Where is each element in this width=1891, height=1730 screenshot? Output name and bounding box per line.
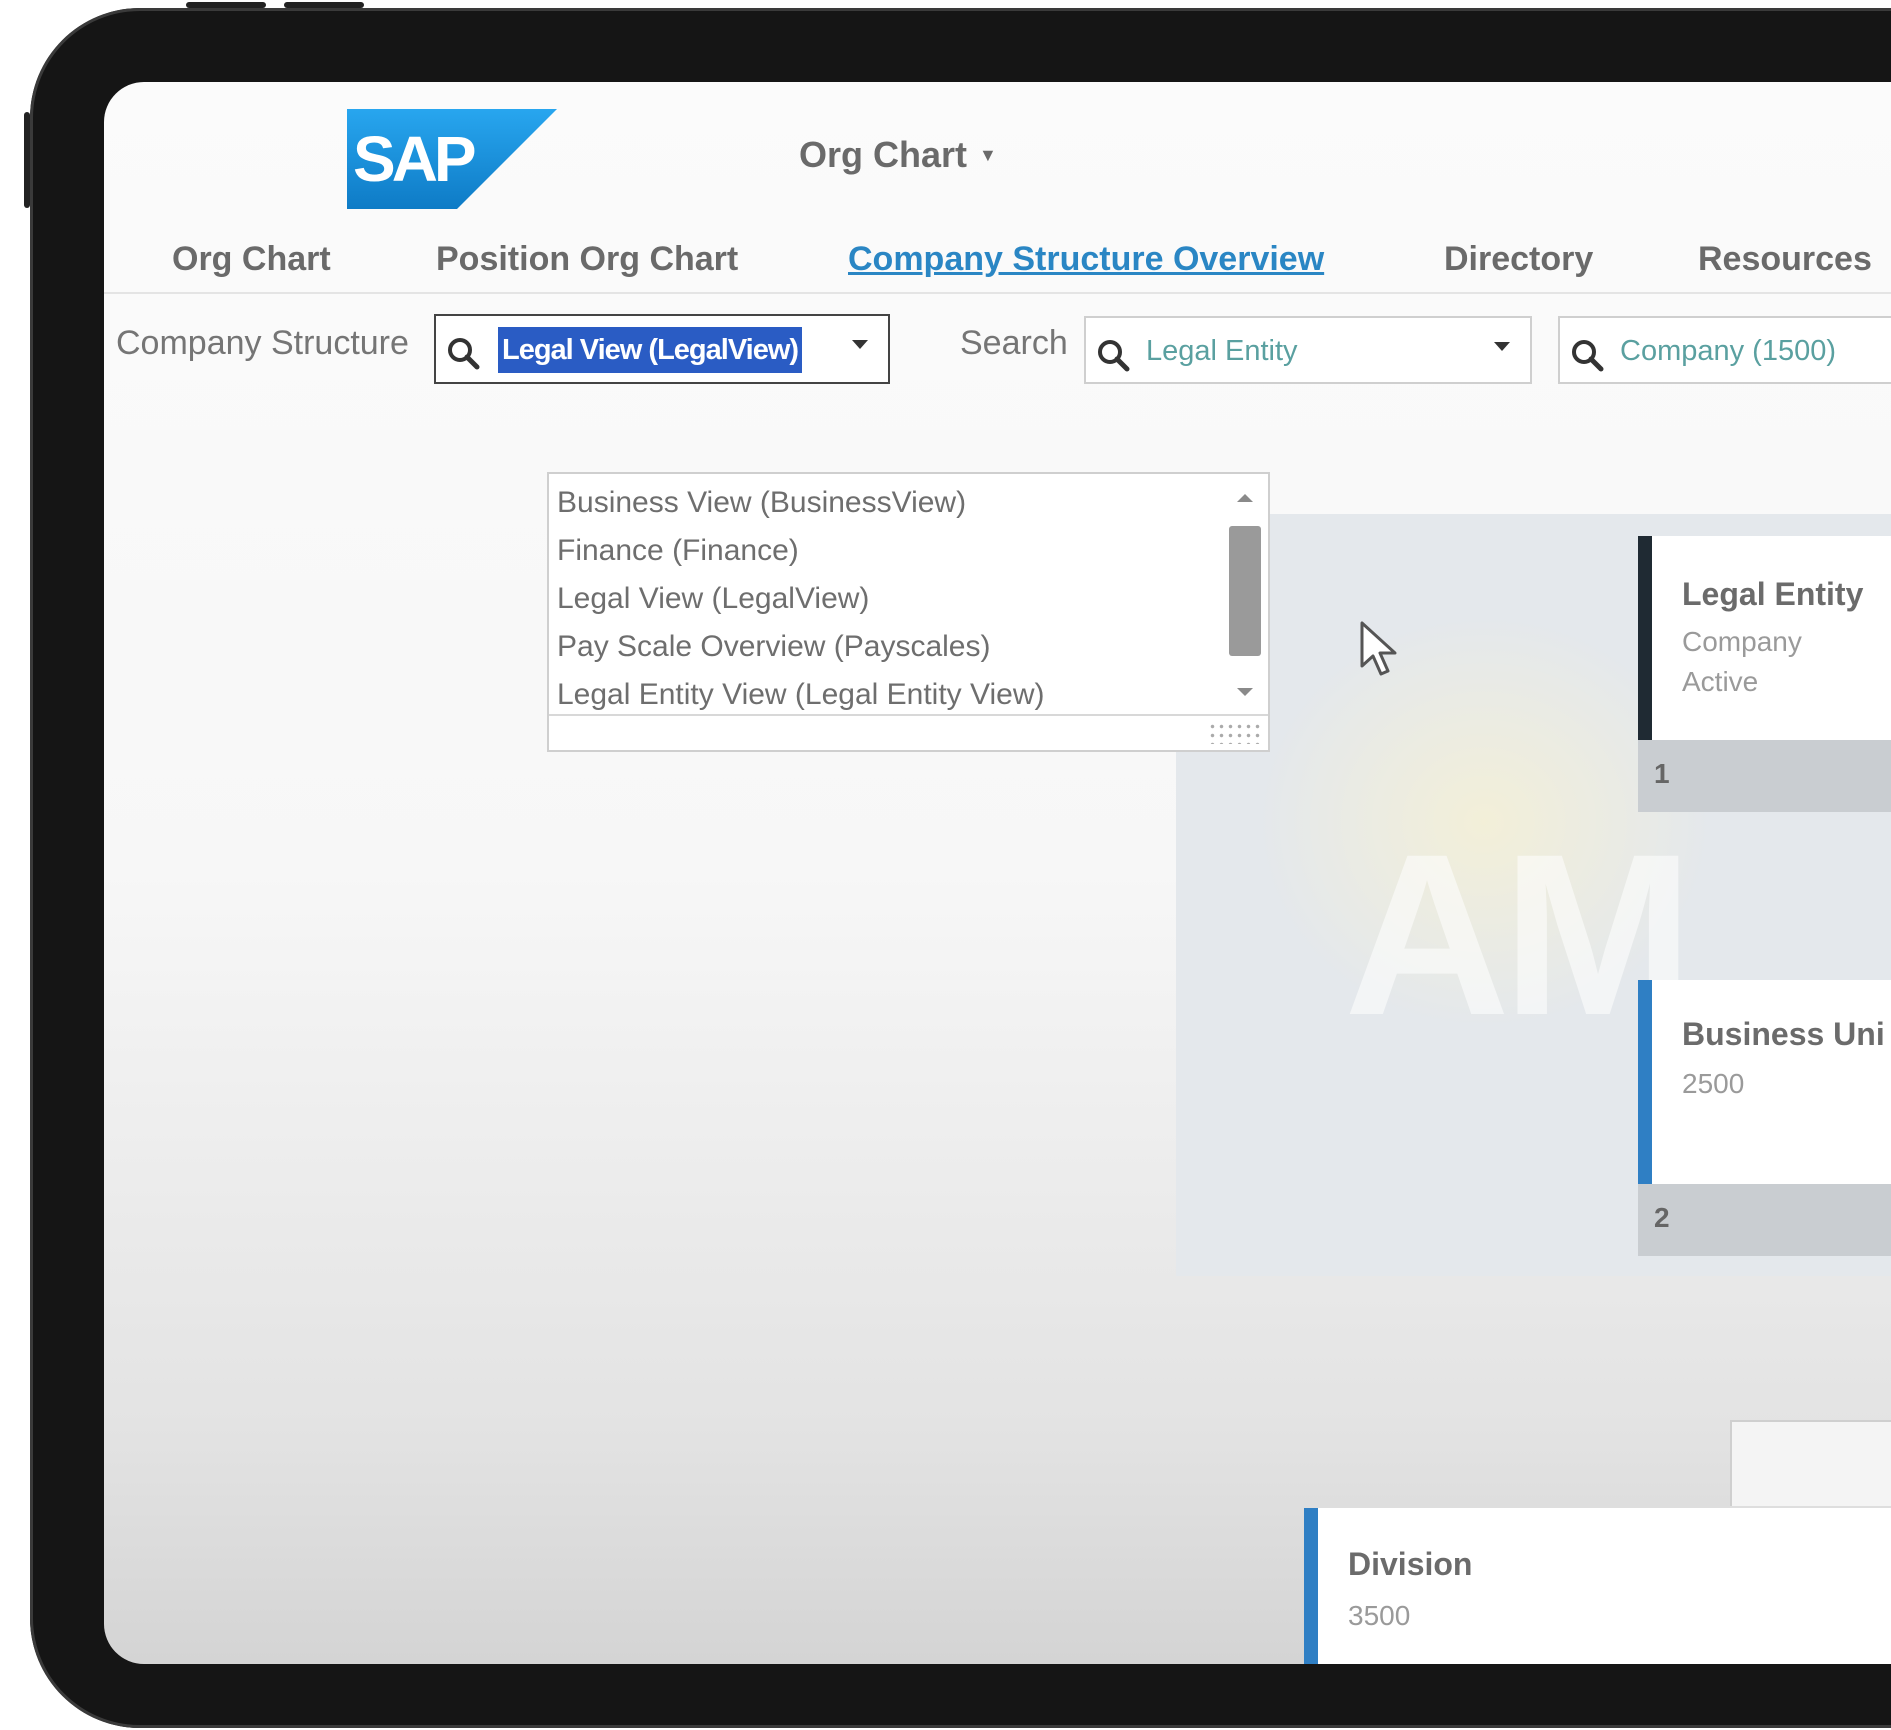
dropdown-option[interactable]: Pay Scale Overview (Payscales) (557, 630, 990, 664)
division-card[interactable]: Division 3500 (1304, 1508, 1891, 1664)
business-unit-card[interactable]: Business Uni 2500 2 (1638, 980, 1891, 1256)
card-status: Active (1682, 666, 1759, 697)
card-subtitle: 2500 (1682, 1068, 1745, 1099)
company-structure-select[interactable]: Legal View (LegalView) (434, 314, 890, 384)
tab-org-chart[interactable]: Org Chart (172, 240, 331, 279)
connector-line (1730, 1420, 1891, 1506)
card-subtitle: 3500 (1348, 1600, 1411, 1631)
dropdown-footer (549, 714, 1268, 750)
sap-logo-text: SAP (353, 123, 475, 195)
company-structure-value[interactable]: Legal View (LegalView) (498, 327, 803, 373)
card-subtitle: Company (1682, 626, 1802, 657)
company-combo[interactable]: Company (1500) (1558, 316, 1891, 384)
tablet-top-button (284, 2, 364, 8)
tablet-side-button (24, 112, 30, 208)
tab-resources[interactable]: Resources (1698, 240, 1872, 279)
card-title: Division (1348, 1546, 1473, 1582)
tab-company-structure-overview[interactable]: Company Structure Overview (848, 240, 1324, 279)
legal-entity-card[interactable]: Legal Entity Company Active 1 (1638, 536, 1891, 812)
card-accent-bar (1304, 1508, 1318, 1664)
search-icon (1572, 340, 1604, 372)
card-accent-bar (1638, 536, 1652, 740)
card-accent-bar (1638, 980, 1652, 1184)
card-title: Business Uni (1682, 1016, 1885, 1052)
tablet-top-button (186, 2, 266, 8)
tab-position-org-chart[interactable]: Position Org Chart (436, 240, 738, 279)
company-structure-label: Company Structure (116, 324, 409, 362)
main-nav: Org Chart Position Org Chart Company Str… (104, 232, 1891, 294)
chevron-down-icon: ▼ (979, 144, 997, 165)
app-title: Org Chart (799, 134, 968, 175)
sap-logo[interactable]: SAP (347, 109, 557, 209)
company-value[interactable]: Company (1500) (1620, 335, 1836, 368)
search-combo[interactable]: Legal Entity (1084, 316, 1532, 384)
app-title-menu[interactable]: Org Chart ▼ (799, 134, 997, 176)
search-icon (448, 338, 480, 370)
dropdown-option[interactable]: Finance (Finance) (557, 534, 799, 568)
dropdown-option[interactable]: Legal View (LegalView) (557, 582, 869, 616)
dropdown-caret-icon[interactable] (852, 340, 868, 349)
scroll-down-icon[interactable] (1237, 688, 1253, 696)
app-screen: SAP Org Chart ▼ Org Chart Position Org C… (104, 82, 1891, 1664)
card-count[interactable]: 2 (1638, 1184, 1891, 1256)
search-icon (1098, 340, 1130, 372)
card-count[interactable]: 1 (1638, 740, 1891, 812)
resize-grip-icon[interactable] (1208, 722, 1262, 744)
dropdown-scrollbar[interactable] (1225, 480, 1265, 710)
tab-directory[interactable]: Directory (1444, 240, 1593, 279)
card-title: Legal Entity (1682, 576, 1864, 612)
search-label: Search (960, 324, 1068, 362)
dropdown-caret-icon[interactable] (1494, 342, 1510, 351)
search-value[interactable]: Legal Entity (1146, 335, 1298, 368)
company-structure-dropdown[interactable]: Business View (BusinessView) Finance (Fi… (547, 472, 1270, 752)
background-watermark: AM (1344, 806, 1694, 1063)
mouse-cursor-icon (1360, 621, 1397, 676)
scrollbar-thumb[interactable] (1229, 526, 1261, 656)
dropdown-option[interactable]: Legal Entity View (Legal Entity View) (557, 678, 1045, 712)
scroll-up-icon[interactable] (1237, 494, 1253, 502)
dropdown-option[interactable]: Business View (BusinessView) (557, 486, 966, 520)
